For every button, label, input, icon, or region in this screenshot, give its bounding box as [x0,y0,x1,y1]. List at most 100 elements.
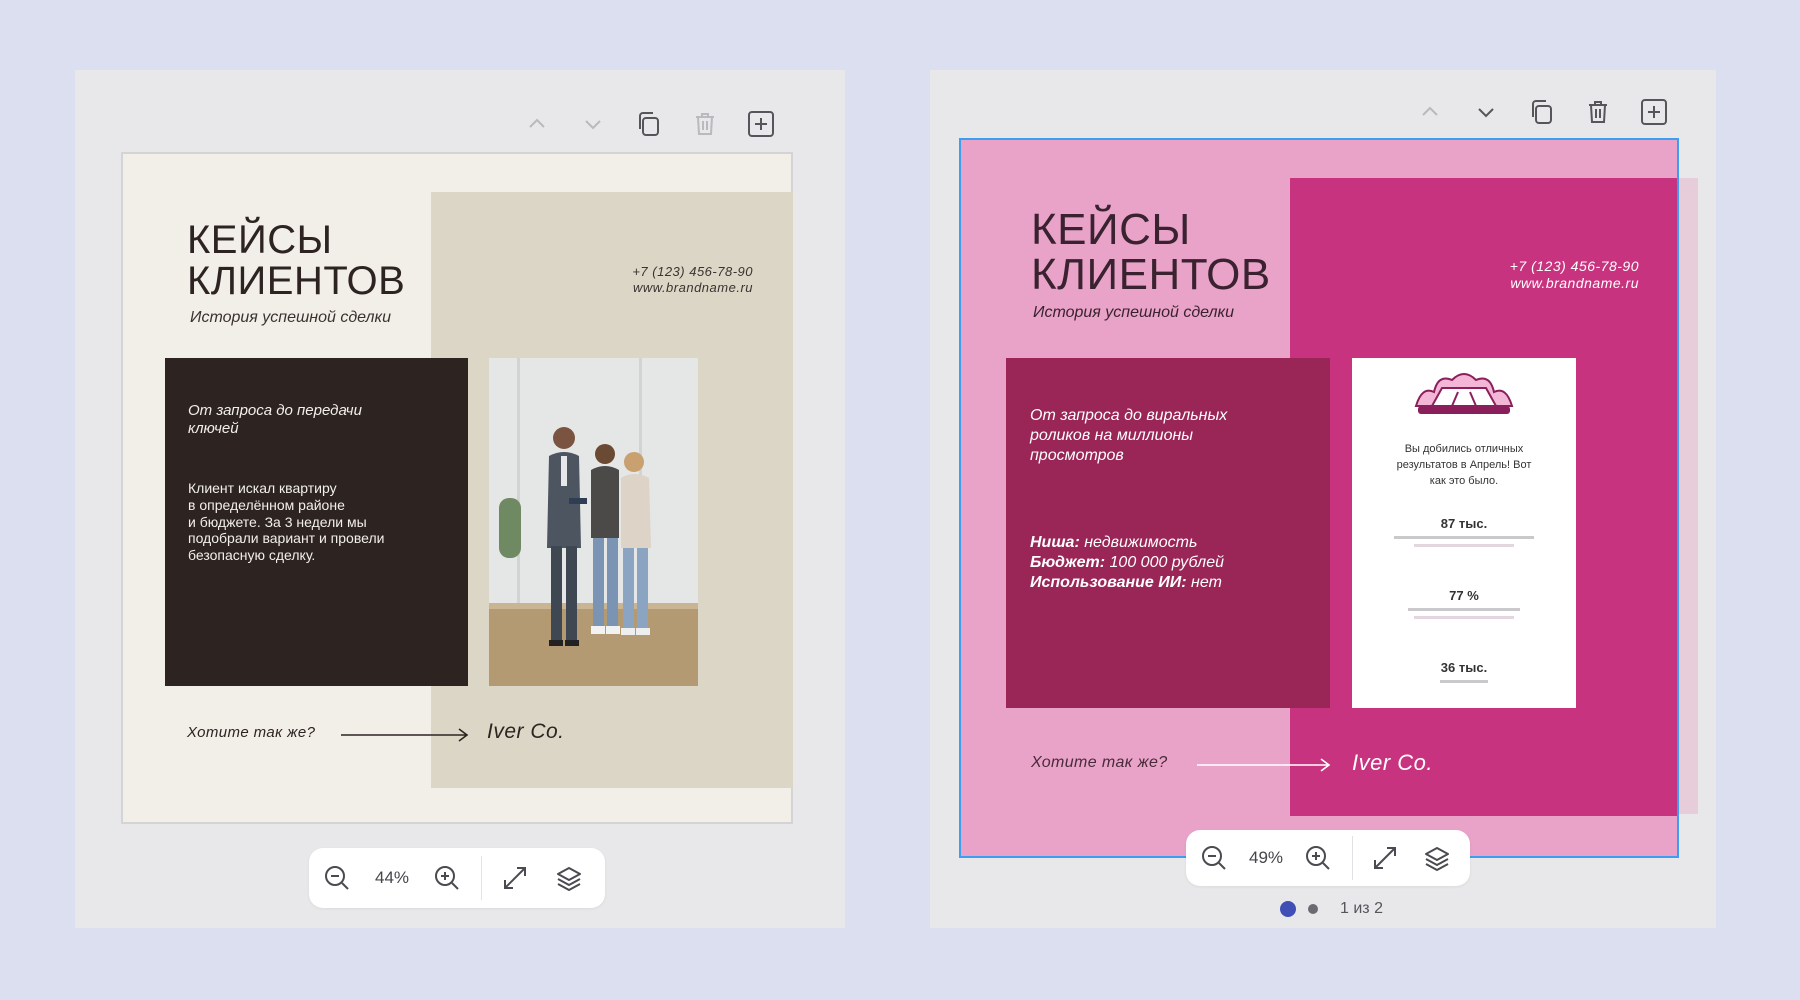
stat-1-caption [1394,536,1534,539]
add-page-icon [748,111,774,137]
budget-value: 100 000 рублей [1105,554,1224,571]
zoom-separator [481,856,482,900]
heading-line: ключей [188,420,239,437]
delete-button[interactable] [677,100,733,148]
result-heading-line: как это было. [1429,474,1499,487]
arrow-icon [341,728,469,742]
stat-3-caption [1440,680,1488,683]
layers-icon [557,867,581,891]
duplicate-button[interactable] [621,100,677,148]
expand-icon [504,867,526,889]
copy-icon [1532,100,1552,124]
fullscreen-button[interactable] [488,848,542,908]
left-slide-canvas[interactable]: КЕЙСЫ КЛИЕНТОВ История успешной сделки +… [121,152,793,824]
arrow-icon [1197,758,1331,772]
zoom-level: 44% [374,868,410,887]
case-card-heading: От запроса до передачи ключей [188,402,362,438]
body-line: и бюджете. За 3 недели мы [188,513,367,530]
zoom-in-icon [1306,846,1330,870]
heading-line: роликов на миллионы [1030,427,1194,444]
duplicate-button[interactable] [1514,88,1570,136]
brand-name: Iver Co. [487,720,565,743]
move-up-button[interactable] [1402,88,1458,136]
title-line-1: КЕЙСЫ [1031,205,1191,254]
move-down-button[interactable] [565,100,621,148]
chevron-up-icon [1422,106,1438,116]
budget-label: Бюджет: [1030,554,1106,571]
budget-row: Бюджет: 100 000 рублей [1030,553,1224,573]
zoom-level: 49% [1248,848,1284,867]
stat-2-caption [1408,608,1520,611]
copy-icon [639,112,659,136]
body-line: безопасную сделку. [188,547,316,564]
layers-button[interactable] [542,848,596,908]
left-editor-panel: КЕЙСЫ КЛИЕНТОВ История успешной сделки +… [75,70,845,928]
next-slide-peek [1676,178,1698,814]
ai-row: Использование ИИ: нет [1030,573,1224,593]
niche-row: Ниша: недвижимость [1030,533,1224,553]
page-counter: 1 из 2 [1340,900,1383,917]
chevron-up-icon [529,118,545,128]
stat-2-subcaption [1414,616,1514,619]
pagination: 1 из 2 [1280,900,1383,918]
right-slide-toolbar [1402,88,1682,136]
case-card: От запроса до виральных роликов на милли… [1006,358,1330,708]
title-line-1: КЕЙСЫ [187,218,333,262]
case-details: Ниша: недвижимость Бюджет: 100 000 рубле… [1030,533,1224,593]
body-line: в определённом районе [188,496,345,513]
zoom-out-icon [325,866,349,890]
niche-value: недвижимость [1079,534,1198,551]
fullscreen-button[interactable] [1359,830,1411,886]
phone-text: +7 (123) 456-78-90 [1509,258,1639,274]
chevron-down-icon [585,120,601,130]
add-page-button[interactable] [1626,88,1682,136]
zoom-in-button[interactable] [419,848,475,908]
layers-icon [1425,847,1449,871]
zoom-separator [1352,836,1353,880]
contact-info: +7 (123) 456-78-90 www.brandname.ru [1421,258,1639,292]
right-zoom-bar: 49% [1186,830,1470,886]
page-dot[interactable] [1308,904,1318,914]
people-photo-illustration [489,358,698,686]
zoom-in-icon [435,866,459,890]
delete-button[interactable] [1570,88,1626,136]
slide-title: КЕЙСЫ КЛИЕНТОВ [1031,205,1271,298]
body-line: Клиент искал квартиру [188,480,337,496]
stat-1-subcaption [1414,544,1514,547]
cta-text: Хотите так же? [1031,754,1168,771]
right-slide-canvas[interactable]: КЕЙСЫ КЛИЕНТОВ История успешной сделки +… [959,138,1679,858]
heading-line: От запроса до виральных [1030,407,1228,424]
left-slide-toolbar [509,100,789,148]
move-up-button[interactable] [509,100,565,148]
heading-line: От запроса до передачи [188,402,362,419]
stat-1: 87 тыс. [1440,516,1488,531]
slide-title: КЕЙСЫ КЛИЕНТОВ [187,220,405,302]
phone-text: +7 (123) 456-78-90 [632,264,753,279]
website-text: www.brandname.ru [633,280,753,296]
body-line: подобрали вариант и провели [188,530,385,547]
case-card-heading: От запроса до виральных роликов на милли… [1030,406,1227,466]
ai-label: Использование ИИ: [1030,574,1187,591]
add-page-button[interactable] [733,100,789,148]
page-dot-active[interactable] [1280,901,1296,917]
stat-2: 77 % [1449,588,1479,603]
chevron-down-icon [1478,108,1494,118]
trash-icon [696,113,714,135]
trash-icon [1589,101,1607,123]
retro-car-icon [1414,373,1514,414]
stat-3: 36 тыс. [1440,660,1488,675]
cta-text: Хотите так же? [187,724,316,741]
result-heading: Вы добились отличных результатов в Апрел… [1362,442,1566,490]
zoom-out-button[interactable] [1186,830,1242,886]
heading-line: просмотров [1030,447,1124,464]
zoom-out-button[interactable] [309,848,365,908]
team-photo [489,358,698,686]
slide-subtitle: История успешной сделки [190,309,391,326]
move-down-button[interactable] [1458,88,1514,136]
contact-info: +7 (123) 456-78-90 www.brandname.ru [543,264,753,297]
result-card: Вы добились отличных результатов в Апрел… [1352,358,1576,708]
zoom-in-button[interactable] [1290,830,1346,886]
layers-button[interactable] [1411,830,1463,886]
left-zoom-bar: 44% [309,848,605,908]
slide-subtitle: История успешной сделки [1033,304,1234,321]
